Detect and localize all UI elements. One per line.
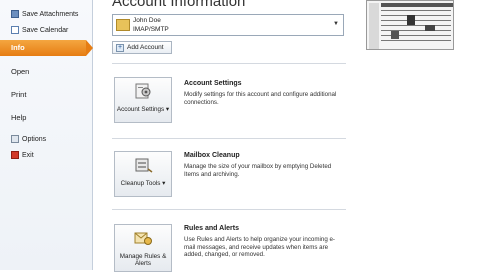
options-icon — [11, 135, 19, 143]
nav-open-label: Open — [11, 67, 30, 76]
nav-exit[interactable]: Exit — [0, 149, 92, 161]
divider — [112, 209, 346, 210]
exit-icon — [11, 151, 19, 159]
preview-thumbnail — [366, 0, 454, 50]
section-description: Manage the size of your mailbox by empty… — [184, 163, 332, 178]
rules-alerts-icon — [134, 232, 152, 245]
save-attachments-icon — [11, 10, 19, 18]
nav-save-calendar[interactable]: Save Calendar — [0, 24, 92, 36]
nav-options-label: Options — [22, 135, 47, 143]
nav-info[interactable]: Info — [0, 40, 93, 56]
mailbox-icon — [116, 19, 130, 31]
cleanup-tools-icon — [135, 158, 153, 173]
account-name: John Doe — [133, 17, 161, 24]
account-settings-icon — [135, 83, 151, 99]
cleanup-tools-button-label: Cleanup Tools ▾ — [120, 180, 166, 187]
calendar-icon — [11, 26, 19, 34]
manage-rules-alerts-button[interactable]: Manage Rules & Alerts — [114, 224, 172, 272]
divider — [112, 138, 346, 139]
backstage-nav: Save Attachments Save Calendar Info Open… — [0, 0, 93, 270]
manage-rules-alerts-button-label: Manage Rules & Alerts — [119, 253, 167, 267]
nav-print-label: Print — [11, 90, 27, 99]
add-account-label: Add Account — [127, 44, 164, 51]
nav-info-label: Info — [11, 43, 25, 52]
add-icon: + — [116, 43, 124, 52]
section-title: Mailbox Cleanup — [184, 152, 240, 159]
add-account-button[interactable]: + Add Account — [112, 41, 172, 54]
nav-exit-label: Exit — [22, 151, 34, 159]
nav-save-calendar-label: Save Calendar — [22, 26, 69, 34]
nav-help-label: Help — [11, 113, 27, 122]
cleanup-tools-button[interactable]: Cleanup Tools ▾ — [114, 151, 172, 197]
nav-help[interactable]: Help — [0, 111, 103, 125]
divider — [112, 63, 346, 64]
nav-open[interactable]: Open — [0, 65, 103, 79]
nav-save-attachments[interactable]: Save Attachments — [0, 8, 92, 20]
calendar-preview-image — [367, 1, 453, 49]
account-selector[interactable]: John Doe IMAP/SMTP ▼ — [112, 14, 344, 36]
nav-save-attachments-label: Save Attachments — [22, 10, 79, 18]
section-title: Account Settings — [184, 80, 242, 87]
account-settings-button[interactable]: Account Settings ▾ — [114, 77, 172, 123]
section-title: Rules and Alerts — [184, 225, 239, 232]
nav-print[interactable]: Print — [0, 88, 103, 102]
section-description: Use Rules and Alerts to help organize yo… — [184, 236, 335, 259]
chevron-down-icon: ▼ — [333, 21, 339, 27]
section-description: Modify settings for this account and con… — [184, 91, 337, 106]
account-type: IMAP/SMTP — [133, 26, 169, 33]
nav-options[interactable]: Options — [0, 133, 92, 145]
account-settings-button-label: Account Settings ▾ — [116, 106, 170, 113]
page-title: Account Information — [112, 0, 246, 10]
